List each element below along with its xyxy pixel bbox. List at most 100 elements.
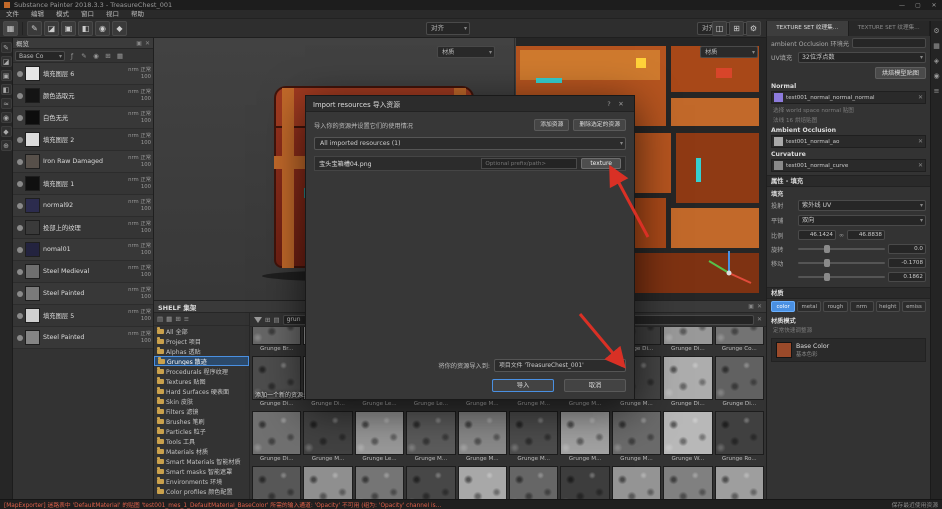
dialog-close-button[interactable]: ✕ bbox=[615, 100, 627, 108]
shelf-tree-item[interactable]: Alphas 透贴 bbox=[154, 346, 249, 356]
thumbnail-size-icon[interactable]: ⊞ bbox=[265, 316, 270, 324]
add-effect-icon[interactable]: ƒ bbox=[67, 51, 77, 61]
clear-search-icon[interactable]: ✕ bbox=[757, 316, 762, 323]
channel-chip[interactable]: nrm bbox=[849, 301, 874, 312]
polygon-fill-tool-icon[interactable]: ◧ bbox=[78, 20, 93, 36]
cancel-button[interactable]: 取消 bbox=[564, 379, 626, 392]
menu-item[interactable]: 视口 bbox=[100, 10, 125, 18]
shelf-resource[interactable]: Grunge Di... bbox=[714, 356, 764, 409]
panel-close-icon[interactable]: ✕ bbox=[145, 40, 150, 47]
shelf-resource[interactable]: Grunge Fo... bbox=[611, 466, 662, 499]
填充图层 2[interactable]: 填充图层 2 nrm 正常 100 bbox=[13, 129, 153, 151]
shelf-resource[interactable]: Grunge M... bbox=[252, 466, 302, 499]
normal92[interactable]: normal92 nrm 正常 100 bbox=[13, 195, 153, 217]
channel-chip[interactable]: rough bbox=[823, 301, 848, 312]
shelf-resource[interactable]: Grunge M... bbox=[509, 411, 559, 464]
remove-selected-resources-button[interactable]: 删除选定的资源 bbox=[573, 119, 626, 131]
shelf-resource[interactable]: Grunge M... bbox=[611, 411, 662, 464]
ao-map-slot[interactable]: test001_normal_ao bbox=[771, 135, 926, 148]
layer-visibility-toggle[interactable] bbox=[17, 334, 23, 341]
settings-gear-icon[interactable]: ⚙ bbox=[933, 27, 939, 35]
display-mode-icon[interactable]: ⊞ bbox=[729, 21, 744, 36]
shelf-resource[interactable]: Grunge Co... bbox=[714, 327, 764, 354]
白色无光[interactable]: 白色无光 nrm 正常 100 bbox=[13, 107, 153, 129]
shelf-resource[interactable]: Grunge Di... bbox=[663, 327, 713, 354]
clone-tool-icon[interactable]: ◉ bbox=[0, 112, 12, 123]
link-scale-icon[interactable] bbox=[839, 232, 844, 239]
projection-dropdown[interactable]: 紫外线 UV bbox=[798, 200, 926, 211]
layer-visibility-toggle[interactable] bbox=[17, 92, 23, 99]
eraser-tool-icon[interactable]: ◪ bbox=[0, 56, 12, 67]
uv-format-dropdown[interactable]: 32位浮点数 bbox=[798, 52, 926, 63]
list-layout-icon[interactable]: ▤ bbox=[273, 316, 279, 324]
shelf-resource[interactable]: Grunge Br... bbox=[252, 327, 302, 354]
channel-filter-dropdown[interactable]: Base Co bbox=[15, 50, 65, 61]
shelf-tree-item[interactable]: Textures 贴图 bbox=[154, 376, 249, 386]
投部上的纹理[interactable]: 投部上的纹理 nrm 正常 100 bbox=[13, 217, 153, 239]
layer-opacity[interactable]: 100 bbox=[128, 316, 151, 323]
layer-blend-mode[interactable]: nrm 正常 bbox=[128, 199, 151, 206]
view3d-mode-dropdown[interactable]: 材质 bbox=[437, 46, 495, 58]
shelf-resource[interactable]: Grunge Pa... bbox=[457, 466, 507, 499]
collapse-all-icon[interactable]: ≡ bbox=[184, 315, 189, 323]
dialog-help-button[interactable]: ? bbox=[603, 100, 615, 108]
layer-opacity[interactable]: 100 bbox=[128, 228, 151, 235]
quick-mask-tool-icon[interactable]: ⊕ bbox=[0, 140, 12, 151]
offset-v-field[interactable]: 0.1862 bbox=[888, 272, 926, 282]
alignment-dropdown[interactable]: 对齐 bbox=[426, 22, 470, 35]
offset-u-slider[interactable] bbox=[798, 259, 885, 267]
shelf-tree-item[interactable]: All 全部 bbox=[154, 326, 249, 336]
shelf-resource[interactable]: Grunge Ro... bbox=[663, 466, 713, 499]
shelf-tree-item[interactable]: Project 项目 bbox=[154, 336, 249, 346]
shelf-resource[interactable]: Grunge M... bbox=[303, 411, 353, 464]
Steel Medieval[interactable]: Steel Medieval nrm 正常 100 bbox=[13, 261, 153, 283]
layer-blend-mode[interactable]: nrm 正常 bbox=[128, 89, 151, 96]
layer-opacity[interactable]: 100 bbox=[128, 272, 151, 279]
resource-prefix-input[interactable] bbox=[481, 158, 578, 169]
layer-opacity[interactable]: 100 bbox=[128, 206, 151, 213]
texture-set-tab[interactable]: TEXTURE SET 纹理集… bbox=[848, 21, 930, 36]
layer-blend-mode[interactable]: nrm 正常 bbox=[128, 67, 151, 74]
shelf-resource[interactable]: Grunge W... bbox=[663, 411, 713, 464]
scale-y-field[interactable]: 46.8838 bbox=[847, 230, 885, 240]
layer-opacity[interactable]: 100 bbox=[128, 140, 151, 147]
curvature-map-slot[interactable]: test001_normal_curve bbox=[771, 159, 926, 172]
projection-tool-icon[interactable]: ▣ bbox=[61, 20, 76, 36]
shelf-resource[interactable]: Grunge Di... bbox=[252, 411, 302, 464]
material-picker-tool-icon[interactable]: ◆ bbox=[0, 126, 12, 137]
channel-chip[interactable]: metal bbox=[797, 301, 822, 312]
shelf-resource[interactable]: Grunge Le... bbox=[354, 411, 405, 464]
shelf-resource[interactable]: Grunge M... bbox=[457, 411, 507, 464]
clone-tool-icon[interactable]: ◆ bbox=[112, 20, 127, 36]
layer-visibility-toggle[interactable] bbox=[17, 312, 23, 319]
maximize-button[interactable]: ▢ bbox=[910, 2, 926, 9]
layer-blend-mode[interactable]: nrm 正常 bbox=[128, 287, 151, 294]
layer-blend-mode[interactable]: nrm 正常 bbox=[128, 309, 151, 316]
add-resources-button[interactable]: 添加资源 bbox=[534, 119, 570, 131]
eraser-tool-icon[interactable]: ◪ bbox=[44, 20, 59, 36]
camera-settings-icon[interactable]: ◉ bbox=[933, 72, 939, 80]
panel-dock-icon[interactable]: ▣ bbox=[136, 40, 142, 47]
layer-blend-mode[interactable]: nrm 正常 bbox=[128, 331, 151, 338]
layer-visibility-toggle[interactable] bbox=[17, 224, 23, 231]
layer-blend-mode[interactable]: nrm 正常 bbox=[128, 133, 151, 140]
layer-opacity[interactable]: 100 bbox=[128, 96, 151, 103]
bake-textures-button[interactable]: 烘焙模型贴图 bbox=[874, 67, 926, 79]
smudge-tool-icon[interactable]: ◉ bbox=[95, 20, 110, 36]
shelf-tree-item[interactable]: Tools 工具 bbox=[154, 436, 249, 446]
menu-item[interactable]: 帮助 bbox=[125, 10, 150, 18]
Steel Painted[interactable]: Steel Painted nrm 正常 100 bbox=[13, 283, 153, 305]
nomal01[interactable]: nomal01 nrm 正常 100 bbox=[13, 239, 153, 261]
import-button[interactable]: 导入 bbox=[492, 379, 554, 392]
layer-blend-mode[interactable]: nrm 正常 bbox=[128, 265, 151, 272]
shelf-resource[interactable]: Grunge Di... bbox=[252, 356, 302, 409]
camera-view-icon[interactable]: ◫ bbox=[712, 21, 727, 36]
shelf-resource[interactable]: Grunge Gr... bbox=[560, 466, 610, 499]
shelf-tree-item[interactable]: Filters 滤镜 bbox=[154, 406, 249, 416]
panel-dock-icon[interactable]: ▣ bbox=[748, 303, 754, 310]
display-settings-icon[interactable]: ▦ bbox=[933, 42, 940, 50]
颜色选取元[interactable]: 颜色选取元 nrm 正常 100 bbox=[13, 85, 153, 107]
shader-settings-icon[interactable]: ◈ bbox=[934, 57, 939, 65]
shelf-tree-item[interactable]: Grunges 散迹 bbox=[154, 356, 249, 366]
shelf-tree-item[interactable]: Smart Materials 智能材质 bbox=[154, 456, 249, 466]
